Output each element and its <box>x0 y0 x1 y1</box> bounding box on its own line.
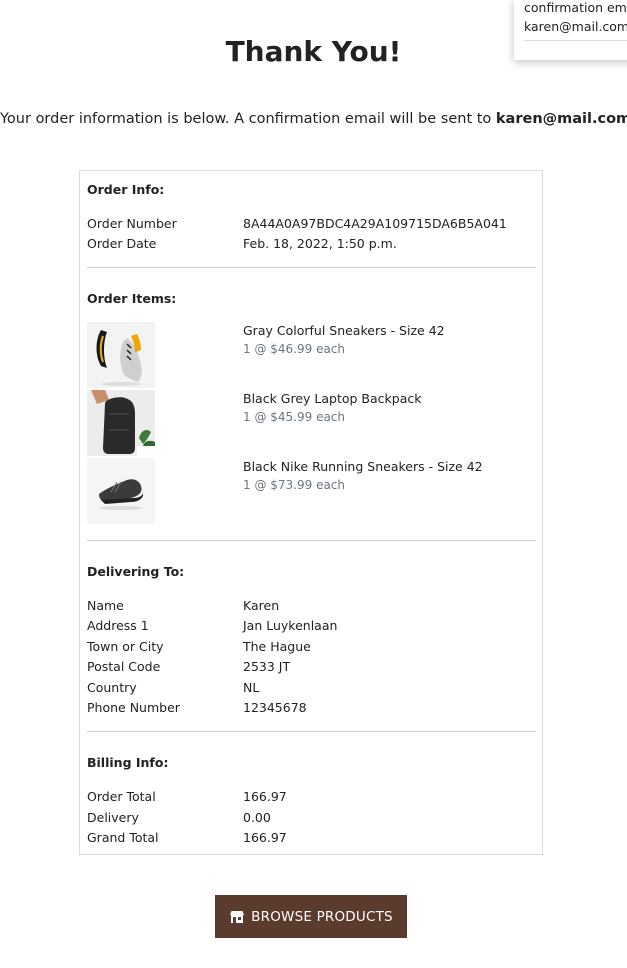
order-total-value: 166.97 <box>243 789 287 804</box>
order-number-label: Order Number <box>87 216 177 231</box>
order-date-value: Feb. 18, 2022, 1:50 p.m. <box>243 236 397 251</box>
store-icon <box>229 910 245 924</box>
grand-total-value: 166.97 <box>243 830 287 845</box>
backpack-image <box>87 390 155 456</box>
page-title: Thank You! <box>225 35 402 68</box>
item-quantity-price: 1 @ $46.99 each <box>243 342 346 356</box>
delivery-phone-value: 12345678 <box>243 700 307 715</box>
item-name: Black Nike Running Sneakers - Size 42 <box>243 459 483 474</box>
divider <box>87 540 536 541</box>
item-name: Gray Colorful Sneakers - Size 42 <box>243 323 445 338</box>
sneaker-black-image <box>87 458 155 524</box>
grand-total-label: Grand Total <box>87 830 159 845</box>
delivery-country-value: NL <box>243 680 260 695</box>
order-summary-card: Order Info: Order Number 8A44A0A97BDC4A2… <box>79 170 543 855</box>
divider <box>87 731 536 732</box>
order-info-heading: Order Info: <box>87 182 165 197</box>
delivery-postal-value: 2533 JT <box>243 659 291 674</box>
delivery-town-value: The Hague <box>243 639 311 654</box>
sneaker-gray-image <box>87 322 155 388</box>
browse-products-label: Browse Products <box>251 908 393 925</box>
delivery-town-label: Town or City <box>87 639 164 654</box>
delivery-name-label: Name <box>87 598 124 613</box>
order-date-label: Order Date <box>87 236 157 251</box>
order-number-value: 8A44A0A97BDC4A29A109715DA6B5A041 <box>243 216 507 231</box>
delivery-cost-label: Delivery <box>87 810 139 825</box>
confirmation-text: Your order information is below. A confi… <box>0 111 496 127</box>
delivery-address-value: Jan Luykenlaan <box>243 618 338 633</box>
confirmation-email: karen@mail.com <box>495 111 627 127</box>
order-total-label: Order Total <box>87 789 156 804</box>
order-items-heading: Order Items: <box>87 291 177 306</box>
delivering-to-heading: Delivering To: <box>87 564 185 579</box>
confirmation-message: Your order information is below. A confi… <box>0 108 627 130</box>
delivery-phone-label: Phone Number <box>87 700 180 715</box>
billing-info-heading: Billing Info: <box>87 755 169 770</box>
delivery-address-label: Address 1 <box>87 618 149 633</box>
delivery-cost-value: 0.00 <box>243 810 271 825</box>
item-quantity-price: 1 @ $45.99 each <box>243 410 346 424</box>
delivery-country-label: Country <box>87 680 137 695</box>
delivery-name-value: Karen <box>243 598 280 613</box>
browse-products-button[interactable]: Browse Products <box>215 895 407 938</box>
item-name: Black Grey Laptop Backpack <box>243 391 422 406</box>
item-quantity-price: 1 @ $73.99 each <box>243 478 346 492</box>
toast-message-line-1: confirmation email <box>524 0 627 15</box>
divider <box>87 267 536 268</box>
delivery-postal-label: Postal Code <box>87 659 161 674</box>
